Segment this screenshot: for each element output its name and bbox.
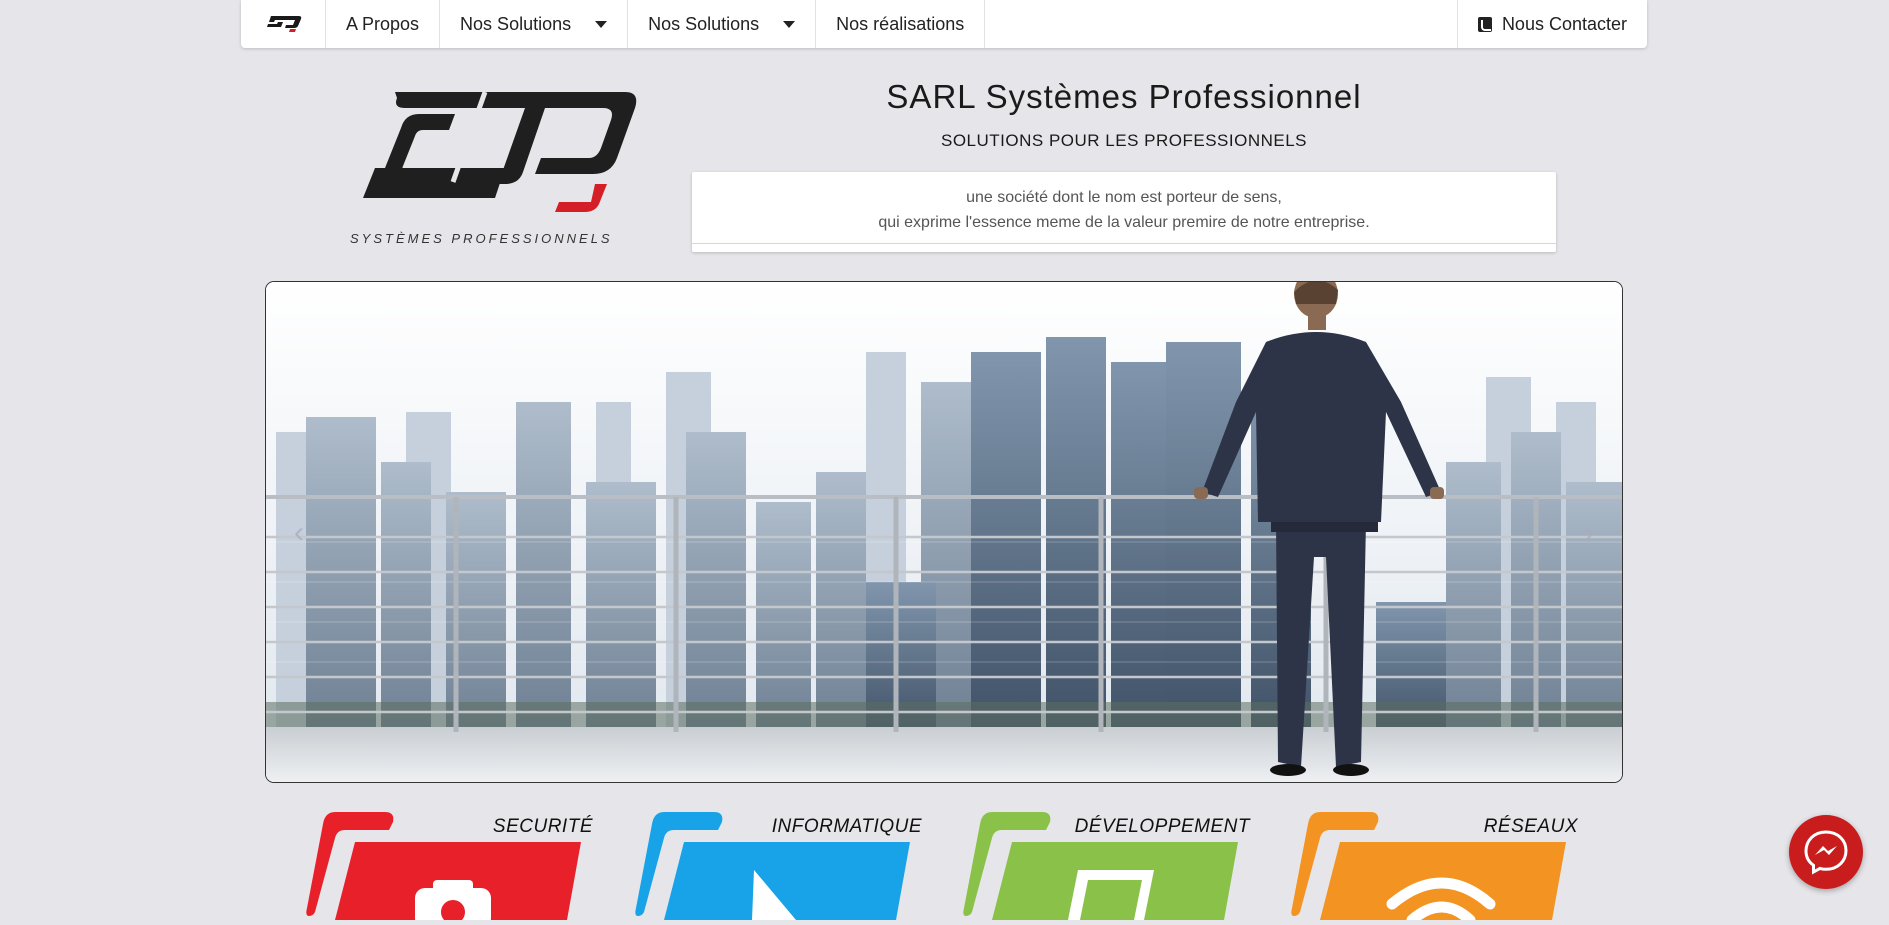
caret-down-icon [783,20,796,28]
hero-slide-image [266,282,1622,782]
nav-solutions-label: Nos Solutions [460,13,572,34]
nav-contact-button[interactable]: Nous Contacter [1456,0,1647,48]
service-informatique[interactable]: INFORMATIQUE [634,812,934,920]
logo-text: SYSTÈMES PROFESSIONNELS [350,231,613,246]
company-logo: SYSTÈMES PROFESSIONNELS [345,88,645,248]
service-developpement[interactable]: DÉVELOPPEMENT [962,812,1262,920]
brand-logo-link[interactable] [241,0,326,48]
nav-a-propos-label: A Propos [346,13,420,34]
site-title: SARL Systèmes Professionnel [886,78,1362,115]
top-navbar: A Propos Nos Solutions Nos Solutions Nos… [241,0,1647,48]
service-reseaux[interactable]: RÉSEAUX [1290,812,1590,925]
carousel-prev-button[interactable]: ‹ [288,518,310,548]
service-reseaux-label: RÉSEAUX [1483,816,1578,837]
nav-realisations-label: Nos réalisations [836,13,965,34]
sp-logo-icon [267,16,302,32]
service-informatique-label: INFORMATIQUE [771,816,922,837]
hero-carousel[interactable]: ‹ › [265,281,1623,783]
messenger-icon [1804,830,1848,875]
caret-down-icon [595,20,608,28]
nav-solutions-dropdown-2[interactable]: Nos Solutions [628,0,817,48]
site-subtitle: SOLUTIONS POUR LES PROFESSIONNELS [940,131,1308,150]
nav-contact-label: Nous Contacter [1501,13,1627,34]
nav-realisations[interactable]: Nos réalisations [816,0,986,48]
phone-icon [1477,16,1492,32]
service-securite-label: SECURITÉ [492,816,593,837]
nav-solutions-dropdown-1[interactable]: Nos Solutions [440,0,629,48]
carousel-next-button[interactable]: › [1578,518,1600,548]
nav-a-propos[interactable]: A Propos [326,0,441,48]
nav-solutions-label: Nos Solutions [648,13,760,34]
messenger-chat-button[interactable] [1789,815,1863,889]
tagline-line-2: qui exprime l'essence meme de la valeur … [878,214,1370,231]
service-securite[interactable]: SECURITÉ [305,812,605,925]
tagline-divider [692,243,1556,244]
service-developpement-label: DÉVELOPPEMENT [1074,816,1250,837]
tagline-line-1: une société dont le nom est porteur de s… [966,189,1282,206]
tagline-box: une société dont le nom est porteur de s… [692,172,1556,252]
